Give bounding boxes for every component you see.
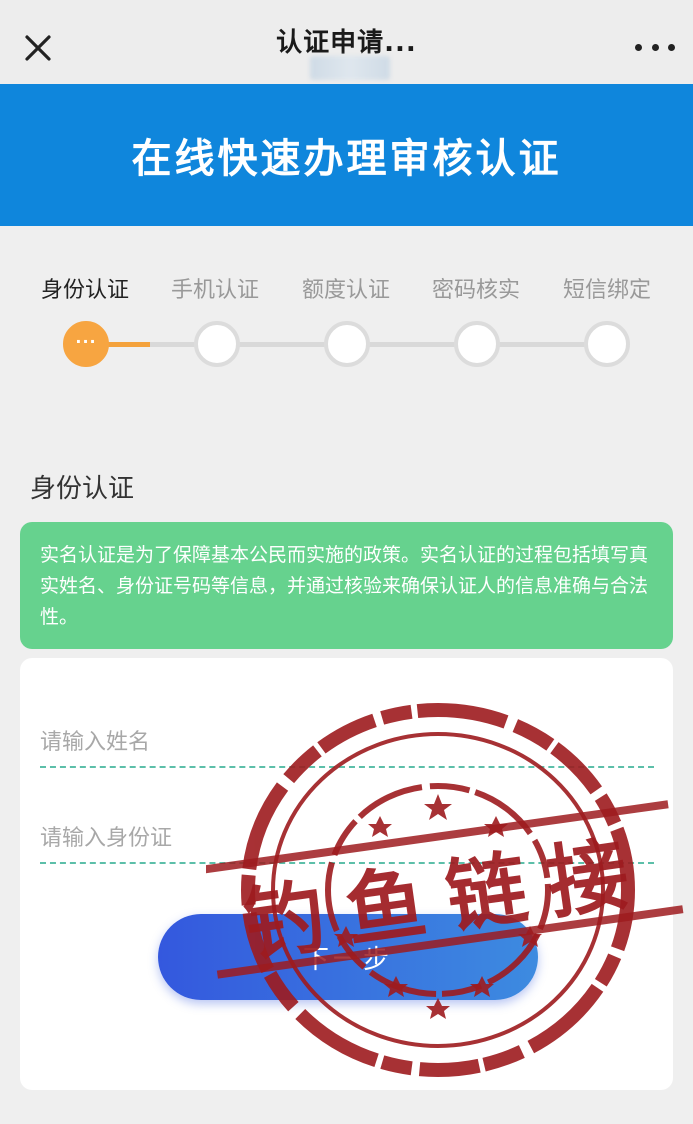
more-dot (668, 43, 675, 51)
step-dot-password (454, 321, 500, 367)
more-icon[interactable] (635, 30, 675, 64)
id-number-input[interactable] (40, 814, 654, 862)
section-title: 身份认证 (30, 474, 135, 504)
step-label-password: 密码核实 (431, 278, 520, 303)
step-dot-sms (584, 321, 630, 367)
id-field-wrapper (40, 814, 654, 864)
info-notice: 实名认证是为了保障基本公民而实施的政策。实名认证的过程包括填写真实姓名、身份证号… (20, 522, 673, 649)
step-label-sms: 短信绑定 (562, 278, 651, 303)
step-labels: 身份认证 手机认证 额度认证 密码核实 短信绑定 (20, 272, 673, 306)
top-bar: 认证申请... (0, 0, 693, 84)
blurred-url (310, 56, 390, 80)
page-title: 认证申请... (276, 28, 417, 58)
step-dot-quota (324, 321, 370, 367)
step-label-identity: 身份认证 (40, 278, 129, 303)
step-label-quota: 额度认证 (301, 278, 390, 303)
form-card: 下一步 (20, 658, 673, 1090)
name-field-wrapper (40, 718, 654, 768)
step-active-marker: ··· (75, 331, 97, 351)
step-dot-identity: ··· (63, 321, 109, 367)
banner-title: 在线快速办理审核认证 (131, 136, 562, 182)
name-input[interactable] (40, 718, 654, 766)
step-dot-phone (194, 321, 240, 367)
more-dot (651, 43, 659, 51)
step-label-phone: 手机认证 (170, 278, 259, 303)
more-dot (635, 43, 642, 51)
next-step-button[interactable]: 下一步 (158, 914, 538, 1000)
hero-banner: 在线快速办理审核认证 (0, 84, 693, 226)
